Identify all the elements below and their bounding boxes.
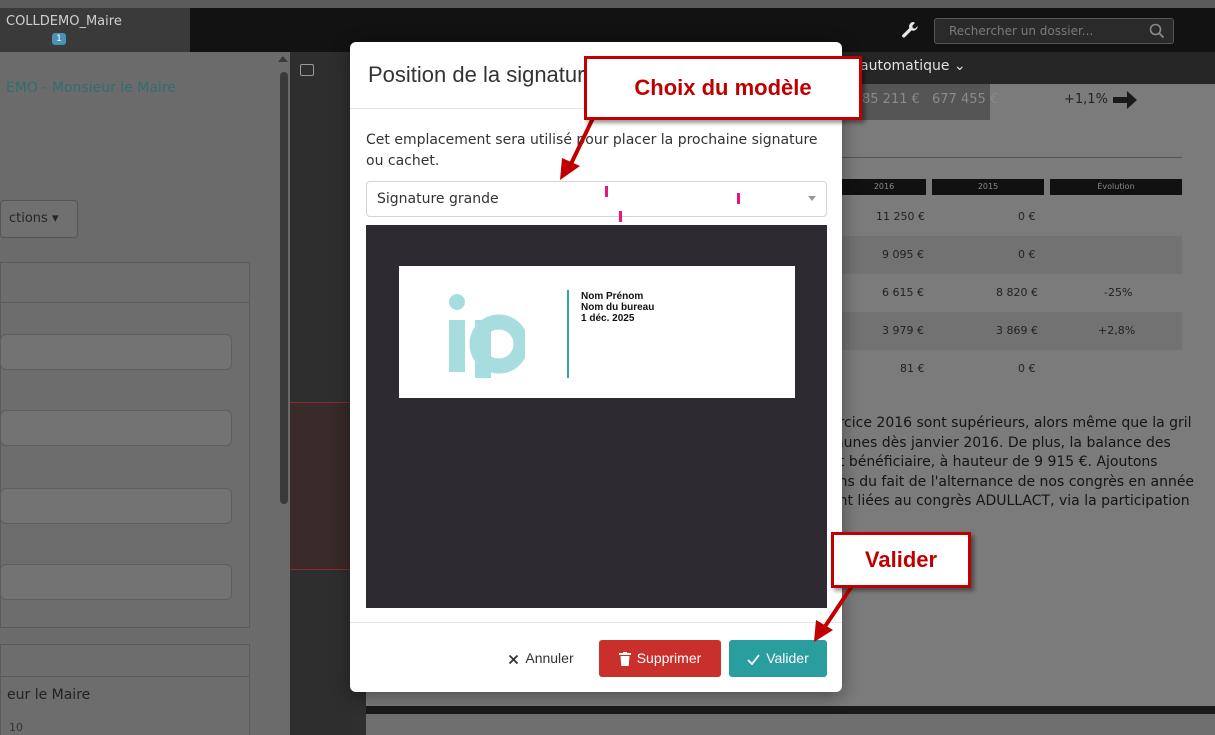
position-marker: [605, 186, 608, 197]
table-row: 3 979 € 3 869 € +2,8%: [842, 312, 1182, 350]
check-icon: [747, 654, 760, 665]
table-cell: 0 €: [1018, 248, 1036, 261]
search-box: [934, 18, 1174, 44]
notification-badge: 1: [52, 33, 66, 45]
delete-label: Supprimer: [636, 650, 702, 666]
form-field[interactable]: [0, 488, 232, 524]
modal-title: Position de la signature: [368, 62, 597, 87]
signature-preview: Nom Prénom Nom du bureau 1 déc. 2025: [366, 225, 827, 608]
document-footer: [366, 706, 1215, 735]
panel-header: [1, 645, 249, 677]
table-cell: 0 €: [1018, 210, 1036, 223]
table-row: 9 095 € 0 €: [842, 236, 1182, 274]
circuit-panel: eur le Maire 10: [0, 644, 250, 735]
panel-header: [1, 263, 249, 303]
table-header: Évolution: [1050, 179, 1182, 195]
signature-divider: [567, 290, 569, 378]
paragraph-line: ans du fait de l'alternance de nos congr…: [830, 473, 1195, 490]
next-page: [366, 714, 1215, 735]
position-marker: [619, 211, 622, 222]
stat-value: 85 211 €: [862, 92, 920, 107]
signature-model-select[interactable]: Signature grande: [366, 181, 827, 217]
signature-stamp[interactable]: Nom Prénom Nom du bureau 1 déc. 2025: [399, 266, 795, 398]
signature-date: 1 déc. 2025: [581, 313, 635, 324]
scroll-up-icon[interactable]: [278, 56, 288, 62]
paragraph-line: nt bénéficiaire, à hauteur de 9 915 €. A…: [830, 454, 1158, 470]
circuit-step-number: 10: [9, 721, 23, 734]
circuit-step-label: eur le Maire: [7, 687, 91, 703]
paragraph-line: ercice 2016 sont supérieurs, alors même …: [830, 415, 1192, 431]
table-header: 2016: [842, 179, 926, 195]
sidebar: EMO - Monsieur le Maire ctions ▾ eur le …: [0, 52, 290, 735]
breadcrumb[interactable]: EMO - Monsieur le Maire: [6, 80, 176, 96]
cancel-label: Annuler: [525, 650, 574, 666]
divider: [842, 157, 1182, 158]
signer-office: Nom du bureau: [581, 302, 655, 313]
form-field[interactable]: [0, 564, 232, 600]
user-tab[interactable]: COLLDEMO_Maire 1: [0, 8, 190, 52]
table-cell: 8 820 €: [996, 286, 1038, 299]
table-cell: 9 095 €: [882, 248, 924, 261]
sidebar-toggle-icon[interactable]: [300, 64, 314, 76]
signature-position-modal: Position de la signature Cet emplacement…: [350, 42, 842, 692]
paragraph-line: ent liées au congrès ADULLACT, via la pa…: [830, 493, 1190, 509]
signer-name: Nom Prénom: [581, 291, 644, 302]
callout-validate: Valider: [831, 532, 971, 588]
delete-button[interactable]: Supprimer: [599, 640, 721, 677]
wrench-icon[interactable]: [900, 20, 920, 40]
table-header: 2015: [932, 179, 1044, 195]
search-input[interactable]: [935, 19, 1135, 43]
signature-text: Nom Prénom Nom du bureau 1 déc. 2025: [581, 291, 654, 324]
table-cell: 0 €: [1018, 362, 1036, 375]
sidebar-scrollbar[interactable]: [278, 56, 288, 732]
trash-icon: [618, 652, 631, 667]
highlighted-thumbnail[interactable]: [290, 402, 352, 570]
select-value: Signature grande: [377, 191, 499, 207]
validate-button[interactable]: Valider: [729, 640, 827, 677]
table-cell: 6 615 €: [882, 286, 924, 299]
table-row: 6 615 € 8 820 € -25%: [842, 274, 1182, 312]
stat-percentage: +1,1%: [1064, 92, 1108, 107]
divider: [350, 622, 842, 623]
validate-label: Valider: [766, 650, 809, 666]
chevron-down-icon: [808, 196, 816, 201]
scrollbar-thumb[interactable]: [280, 72, 288, 504]
form-field[interactable]: [0, 410, 232, 446]
position-marker: [737, 193, 740, 204]
close-icon: [509, 654, 519, 664]
ip-logo: [449, 294, 525, 378]
callout-model-choice: Choix du modèle: [584, 56, 862, 120]
search-icon[interactable]: [1149, 23, 1165, 39]
table-cell: 11 250 €: [876, 210, 925, 223]
arrow-right-icon: [1113, 91, 1137, 109]
actions-dropdown-button[interactable]: ctions ▾: [0, 200, 78, 238]
document-paragraph: ercice 2016 sont supérieurs, alors même …: [830, 414, 1215, 512]
table-cell: -25%: [1104, 286, 1133, 299]
paragraph-line: munes dès janvier 2016. De plus, la bala…: [830, 434, 1171, 451]
table-cell: +2,8%: [1098, 324, 1136, 337]
table-row: 11 250 € 0 €: [842, 198, 1182, 236]
modal-description: Cet emplacement sera utilisé pour placer…: [366, 132, 818, 169]
cancel-button[interactable]: Annuler: [498, 640, 584, 677]
table-row: 81 € 0 €: [842, 350, 1182, 388]
form-field[interactable]: [0, 334, 232, 370]
signature-mode-dropdown[interactable]: automatique ⌄: [860, 58, 966, 74]
stat-value: 677 455 €: [932, 92, 999, 107]
table-cell: 3 869 €: [996, 324, 1038, 337]
viewer-strip: [290, 52, 352, 735]
table-cell: 3 979 €: [882, 324, 924, 337]
table-cell: 81 €: [900, 362, 925, 375]
user-name: COLLDEMO_Maire: [6, 14, 122, 29]
